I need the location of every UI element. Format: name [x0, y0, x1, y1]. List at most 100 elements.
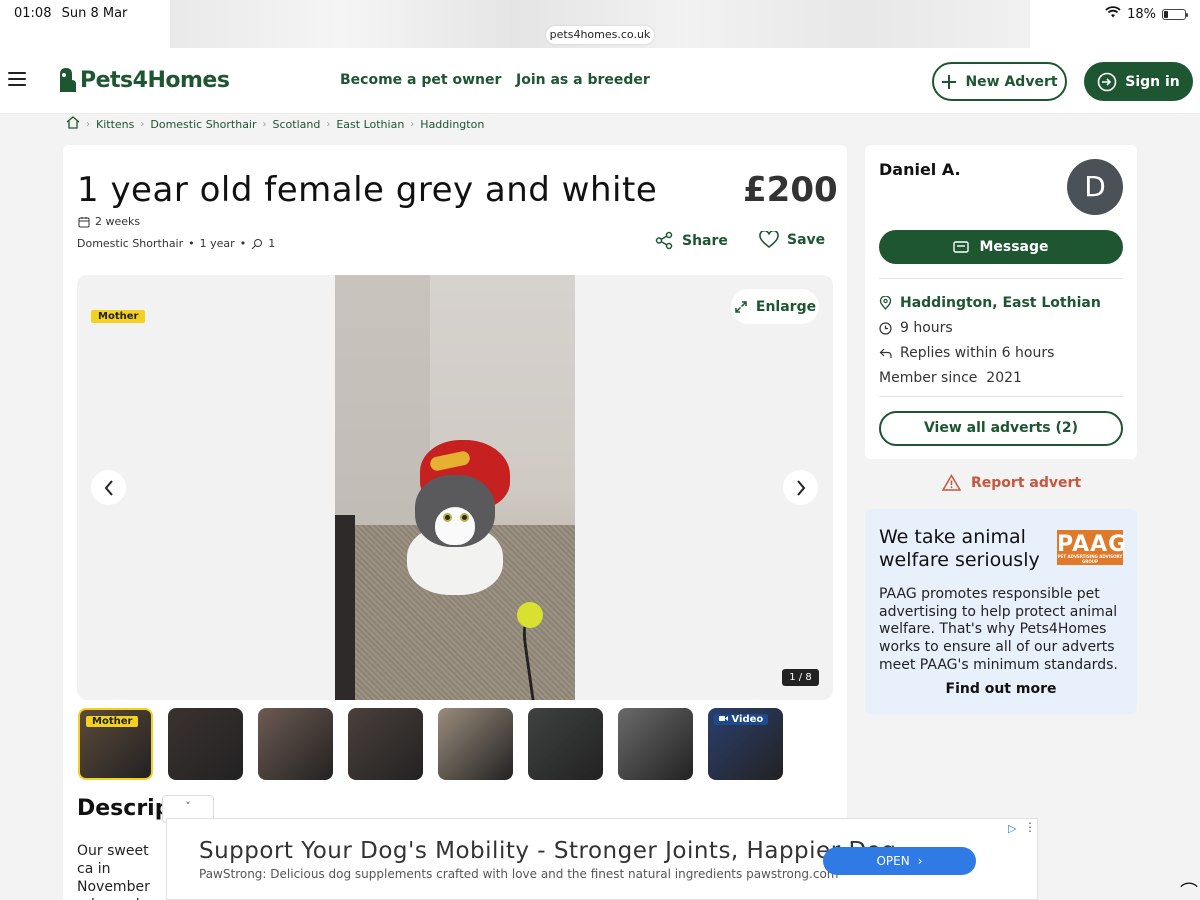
- share-label: Share: [682, 232, 728, 249]
- meta-breed: Domestic Shorthair: [77, 237, 184, 250]
- nav-join-breeder[interactable]: Join as a breeder: [516, 72, 650, 88]
- ad-subtext[interactable]: PawStrong: Delicious dog supplements cra…: [199, 867, 839, 881]
- clock-icon: [879, 321, 892, 335]
- chevron-right-icon: ›: [410, 118, 415, 130]
- posted-time-text: 2 weeks: [95, 215, 141, 228]
- posted-time: 2 weeks: [78, 215, 140, 228]
- thumbnail[interactable]: Mother: [78, 708, 153, 780]
- status-time-date: 01:08 Sun 8 Mar: [14, 6, 133, 21]
- breadcrumb-kittens[interactable]: Kittens: [96, 118, 134, 131]
- mother-tag: Mother: [91, 310, 146, 323]
- enlarge-button[interactable]: Enlarge: [731, 289, 819, 324]
- thumbnail[interactable]: [528, 708, 603, 780]
- seller-name[interactable]: Daniel A.: [879, 160, 961, 179]
- message-label: Message: [979, 239, 1049, 255]
- status-right: 18%: [1105, 6, 1188, 22]
- save-button[interactable]: Save: [759, 231, 825, 249]
- meta-dot: •: [188, 237, 195, 250]
- thumbnail[interactable]: [258, 708, 333, 780]
- heart-icon: [759, 231, 779, 249]
- description-text: Our sweet ca in November rehomed so s: [77, 843, 160, 900]
- report-advert-link[interactable]: Report advert: [942, 474, 1081, 491]
- ad-headline[interactable]: Support Your Dog's Mobility - Stronger J…: [199, 838, 896, 864]
- breadcrumb-country[interactable]: Scotland: [273, 118, 321, 131]
- chevron-right-icon: [796, 479, 805, 496]
- message-button[interactable]: Message: [879, 230, 1123, 264]
- new-advert-label: New Advert: [965, 73, 1058, 90]
- seller-location[interactable]: Haddington, East Lothian: [879, 295, 1101, 311]
- breadcrumb-town[interactable]: Haddington: [420, 118, 484, 131]
- breadcrumb: › Kittens › Domestic Shorthair › Scotlan…: [66, 116, 484, 132]
- chevron-right-icon: ›: [262, 118, 267, 130]
- share-icon: [655, 231, 673, 250]
- wifi-icon: [1105, 6, 1121, 22]
- sign-in-icon: [1097, 72, 1117, 91]
- member-since: Member since 2021: [879, 370, 1022, 386]
- listing-price: £200: [743, 170, 838, 210]
- url-bar[interactable]: pets4homes.co.uk: [546, 26, 654, 44]
- divider: [879, 278, 1123, 279]
- thumbnail[interactable]: [168, 708, 243, 780]
- video-tag: Video: [714, 714, 769, 725]
- avatar[interactable]: D: [1067, 159, 1123, 215]
- thumbnail[interactable]: [348, 708, 423, 780]
- thumbnail-strip: Mother Video: [78, 708, 783, 780]
- report-label: Report advert: [971, 474, 1082, 491]
- warning-icon: [942, 474, 961, 491]
- expand-icon: [735, 300, 747, 313]
- seller-active: 9 hours: [879, 320, 953, 336]
- save-label: Save: [787, 232, 826, 248]
- more-options-icon[interactable]: ⋮: [1024, 820, 1036, 834]
- seller-location-text: Haddington, East Lothian: [900, 295, 1101, 311]
- status-bar: 01:08 Sun 8 Mar 18% pets4homes.co.uk: [0, 0, 1200, 48]
- listing-title: 1 year old female grey and white: [77, 170, 658, 210]
- photo-gallery[interactable]: [77, 275, 833, 700]
- chevron-right-icon: ›: [917, 854, 923, 868]
- thumbnail[interactable]: [438, 708, 513, 780]
- sign-in-button[interactable]: Sign in: [1084, 62, 1193, 101]
- paag-title: We take animal welfare seriously: [879, 526, 1040, 571]
- plus-icon: [942, 74, 957, 89]
- status-time: 01:08: [14, 6, 52, 21]
- thumbnail[interactable]: [618, 708, 693, 780]
- view-all-adverts-button[interactable]: View all adverts (2): [879, 411, 1123, 446]
- video-icon: [719, 716, 728, 721]
- ad-open-label: OPEN: [876, 854, 910, 868]
- battery-icon: [1162, 8, 1188, 20]
- site-logo[interactable]: Pets4Homes: [56, 66, 230, 94]
- seller-replies: Replies within 6 hours: [879, 345, 1054, 361]
- thumbnail-mother-tag: Mother: [86, 716, 139, 727]
- menu-icon[interactable]: [8, 72, 26, 86]
- ad-choices-icon[interactable]: ▷: [1008, 822, 1016, 835]
- previous-photo-button[interactable]: [91, 470, 126, 505]
- main-photo[interactable]: [335, 275, 575, 700]
- logo-paw-icon: [60, 68, 76, 92]
- reply-icon: [879, 348, 892, 358]
- home-icon[interactable]: [66, 116, 80, 132]
- chevron-down-icon: ˅: [185, 800, 191, 813]
- ad-open-button[interactable]: OPEN ›: [823, 847, 976, 875]
- share-button[interactable]: Share: [655, 231, 728, 250]
- nav-become-owner[interactable]: Become a pet owner: [340, 72, 501, 88]
- find-out-more-link[interactable]: Find out more: [879, 681, 1123, 697]
- breadcrumb-county[interactable]: East Lothian: [336, 118, 404, 131]
- paag-logo-subtext: PET ADVERTISING ADVISORY GROUP: [1057, 554, 1123, 564]
- new-advert-button[interactable]: New Advert: [932, 62, 1067, 101]
- photo-counter: 1 / 8: [782, 669, 819, 686]
- next-photo-button[interactable]: [783, 470, 818, 505]
- pet-count-icon: [251, 238, 263, 249]
- enlarge-label: Enlarge: [755, 298, 817, 315]
- chevron-right-icon: ›: [140, 118, 145, 130]
- meta-count: 1: [268, 237, 276, 250]
- meta-age: 1 year: [199, 237, 235, 250]
- sign-in-label: Sign in: [1125, 73, 1180, 90]
- breadcrumb-breed[interactable]: Domestic Shorthair: [150, 118, 256, 131]
- scroll-indicator-icon: ⌒: [1180, 882, 1198, 900]
- thumbnail[interactable]: Video: [708, 708, 783, 780]
- seller-replies-text: Replies within 6 hours: [900, 345, 1055, 361]
- chevron-right-icon: ›: [326, 118, 331, 130]
- paag-text: PAAG promotes responsible pet advertisin…: [879, 586, 1118, 673]
- meta-dot: •: [239, 237, 247, 250]
- battery-percent: 18%: [1127, 6, 1156, 22]
- logo-text: Pets4Homes: [80, 67, 230, 93]
